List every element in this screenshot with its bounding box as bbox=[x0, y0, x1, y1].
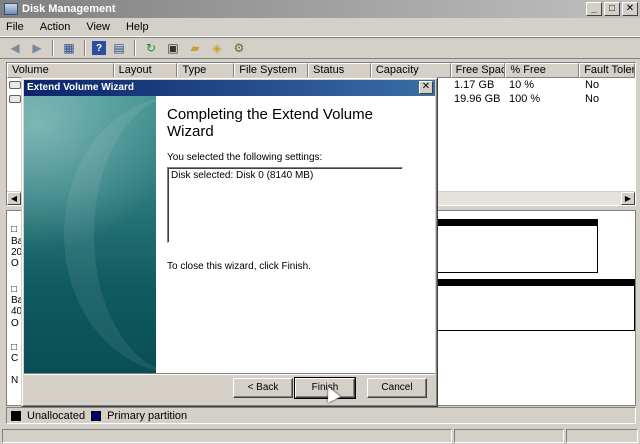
disk-label: O bbox=[11, 258, 19, 269]
percent-free-cell: 10 % bbox=[509, 79, 535, 91]
close-icon[interactable]: ✕ bbox=[419, 81, 433, 94]
free-space-cell: 19.96 GB bbox=[454, 93, 501, 105]
column-percent-free[interactable]: % Free bbox=[505, 63, 580, 78]
percent-free-cell: 100 % bbox=[509, 93, 541, 105]
scroll-right-icon[interactable]: ▶ bbox=[621, 192, 635, 205]
finish-instruction: To close this wizard, click Finish. bbox=[167, 261, 311, 272]
status-pane bbox=[2, 429, 452, 443]
menu-action[interactable]: Action bbox=[40, 21, 71, 33]
help-icon[interactable]: ? bbox=[92, 41, 106, 55]
dialog-body: Completing the Extend Volume Wizard You … bbox=[24, 96, 435, 373]
primary-swatch bbox=[91, 410, 102, 421]
cancel-button[interactable]: Cancel bbox=[367, 378, 427, 398]
toolbar-separator bbox=[84, 40, 86, 56]
rescan-icon[interactable]: ▣ bbox=[164, 39, 182, 57]
menu-view[interactable]: View bbox=[86, 21, 110, 33]
refresh-icon[interactable]: ↻ bbox=[142, 39, 160, 57]
unallocated-block[interactable] bbox=[435, 279, 635, 331]
column-status[interactable]: Status bbox=[308, 63, 371, 78]
free-space-cell: 1.17 GB bbox=[454, 79, 495, 91]
column-fault-tolerance[interactable]: Fault Toleran bbox=[579, 63, 636, 78]
volume-list-header: Volume Layout Type File System Status Ca… bbox=[7, 63, 636, 78]
unallocated-block[interactable] bbox=[435, 219, 598, 273]
column-file-system[interactable]: File System bbox=[234, 63, 309, 78]
disk-label: O bbox=[11, 318, 19, 329]
open-icon[interactable]: ▰ bbox=[186, 39, 204, 57]
window-titlebar: Disk Management _ □ ✕ bbox=[0, 0, 640, 18]
dialog-titlebar: Extend Volume Wizard ✕ bbox=[24, 80, 435, 96]
back-button[interactable]: < Back bbox=[233, 378, 293, 398]
menu-help[interactable]: Help bbox=[126, 21, 149, 33]
column-type[interactable]: Type bbox=[177, 63, 235, 78]
disk-label: C bbox=[11, 353, 19, 364]
settings-summary-box[interactable]: Disk selected: Disk 0 (8140 MB) bbox=[167, 167, 403, 243]
legend-primary: Primary partition bbox=[107, 409, 188, 422]
explore-icon[interactable]: ◈ bbox=[208, 39, 226, 57]
dialog-heading: Completing the Extend Volume Wizard bbox=[167, 106, 373, 140]
settings-summary-text: Disk selected: Disk 0 (8140 MB) bbox=[171, 170, 314, 181]
back-icon[interactable]: ◀ bbox=[6, 39, 24, 57]
legend: Unallocated Primary partition bbox=[6, 407, 636, 424]
column-free-space[interactable]: Free Space bbox=[450, 63, 506, 78]
toolbar-separator bbox=[134, 40, 136, 56]
minimize-button[interactable]: _ bbox=[586, 2, 602, 16]
status-pane bbox=[566, 429, 638, 443]
fault-tolerance-cell: No bbox=[585, 79, 600, 91]
settings-intro: You selected the following settings: bbox=[167, 152, 323, 163]
toolbar: ◀ ▶ ▦ ? ▤ ↻ ▣ ▰ ◈ ⚙ bbox=[0, 37, 640, 59]
column-layout[interactable]: Layout bbox=[113, 63, 178, 78]
dialog-title: Extend Volume Wizard bbox=[27, 82, 134, 93]
maximize-button[interactable]: □ bbox=[604, 2, 620, 16]
forward-icon[interactable]: ▶ bbox=[28, 39, 46, 57]
status-bar bbox=[0, 428, 640, 444]
status-pane bbox=[454, 429, 564, 443]
properties-icon[interactable]: ▤ bbox=[110, 39, 128, 57]
volume-icon bbox=[9, 95, 21, 103]
menu-file[interactable]: File bbox=[6, 21, 24, 33]
extend-volume-wizard: Extend Volume Wizard ✕ Completing the Ex… bbox=[21, 77, 438, 407]
window-title: Disk Management bbox=[22, 3, 116, 15]
show-hide-icon[interactable]: ▦ bbox=[60, 39, 78, 57]
fault-tolerance-cell: No bbox=[585, 93, 600, 105]
settings-icon[interactable]: ⚙ bbox=[230, 39, 248, 57]
disk-management-icon bbox=[4, 3, 18, 15]
column-volume[interactable]: Volume bbox=[7, 63, 114, 78]
menubar: File Action View Help bbox=[0, 18, 640, 37]
scroll-left-icon[interactable]: ◀ bbox=[7, 192, 21, 205]
unallocated-swatch bbox=[11, 410, 21, 421]
disk-label: N bbox=[11, 375, 19, 386]
close-button[interactable]: ✕ bbox=[622, 2, 638, 16]
legend-unallocated: Unallocated bbox=[27, 409, 86, 422]
wizard-banner-image bbox=[24, 96, 156, 373]
column-capacity[interactable]: Capacity bbox=[370, 63, 451, 78]
volume-icon bbox=[9, 81, 21, 89]
toolbar-separator bbox=[52, 40, 54, 56]
dialog-divider bbox=[24, 373, 435, 375]
